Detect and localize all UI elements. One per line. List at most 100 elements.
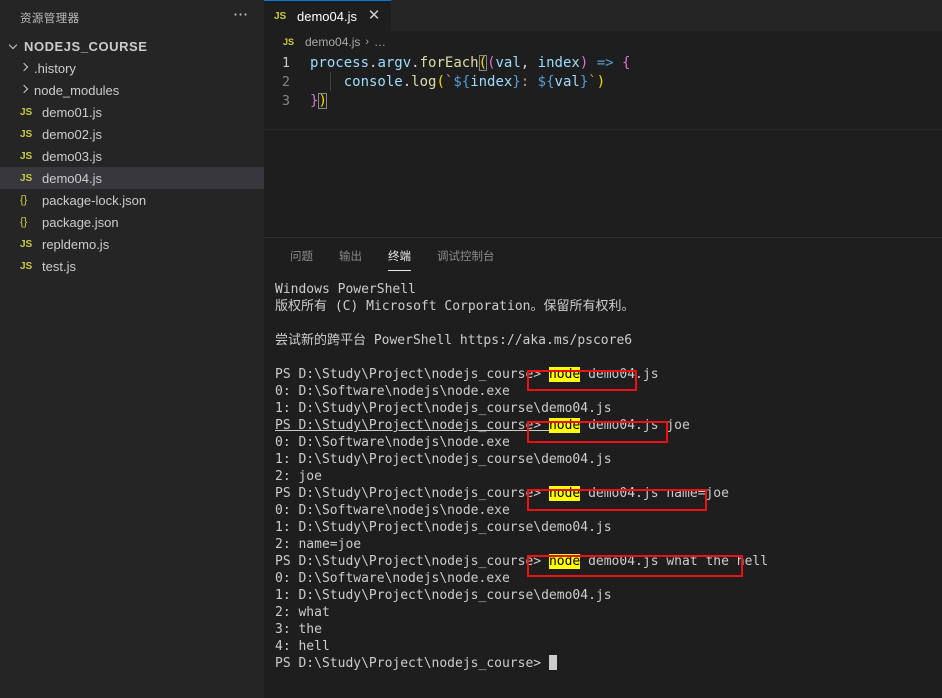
highlight-node-keyword: node bbox=[548, 367, 581, 382]
js-file-icon: JS bbox=[20, 238, 33, 250]
tab-output[interactable]: 输出 bbox=[329, 251, 372, 273]
code-line-3: 3 }) bbox=[264, 91, 942, 110]
js-file-icon: JS bbox=[20, 172, 33, 184]
line-number: 2 bbox=[281, 73, 290, 90]
terminal-line: Windows PowerShell bbox=[275, 282, 416, 297]
bottom-panel: 问题 输出 终端 调试控制台 Windows PowerShell 版权所有 (… bbox=[264, 237, 942, 698]
line-number: 1 bbox=[281, 54, 290, 71]
js-file-icon: JS bbox=[20, 106, 33, 118]
terminal-prompt[interactable]: PS D:\Study\Project\nodejs_course> bbox=[275, 418, 549, 433]
terminal-line: 1: D:\Study\Project\nodejs_course\demo04… bbox=[275, 401, 612, 416]
line-number: 3 bbox=[281, 92, 290, 109]
tree-item-demo02[interactable]: JS demo02.js bbox=[0, 123, 264, 145]
js-file-icon: JS bbox=[283, 37, 295, 47]
js-file-icon: JS bbox=[20, 128, 33, 140]
tab-terminal[interactable]: 终端 bbox=[378, 251, 421, 273]
terminal-output[interactable]: Windows PowerShell 版权所有 (C) Microsoft Co… bbox=[264, 273, 942, 698]
tree-item-label: demo04.js bbox=[42, 170, 102, 186]
tree-item-package-json[interactable]: {} package.json bbox=[0, 211, 264, 233]
highlight-node-keyword: node bbox=[548, 554, 581, 569]
code-line-2: 2 console.log(`${index}: ${val}`) bbox=[264, 72, 942, 91]
terminal-command-args: demo04.js bbox=[580, 367, 659, 382]
file-tree: NODEJS_COURSE .history node_modules JS d… bbox=[0, 35, 264, 277]
tree-item-node-modules[interactable]: node_modules bbox=[0, 79, 264, 101]
chevron-right-icon bbox=[16, 60, 32, 76]
tree-item-demo01[interactable]: JS demo01.js bbox=[0, 101, 264, 123]
terminal-line: 0: D:\Software\nodejs\node.exe bbox=[275, 503, 510, 518]
chevron-right-icon bbox=[16, 82, 32, 98]
terminal-prompt: PS D:\Study\Project\nodejs_course> bbox=[275, 486, 549, 501]
tree-item-demo03[interactable]: JS demo03.js bbox=[0, 145, 264, 167]
breadcrumb: JS demo04.js › … bbox=[264, 31, 942, 53]
terminal-line: 0: D:\Software\nodejs\node.exe bbox=[275, 384, 510, 399]
tree-item-package-lock-json[interactable]: {} package-lock.json bbox=[0, 189, 264, 211]
tree-root-nodejs-course[interactable]: NODEJS_COURSE bbox=[0, 35, 264, 57]
chevron-down-icon bbox=[6, 38, 22, 54]
js-file-icon: JS bbox=[274, 10, 287, 22]
terminal-line: 1: D:\Study\Project\nodejs_course\demo04… bbox=[275, 520, 612, 535]
terminal-command-line-2: PS D:\Study\Project\nodejs_course> node … bbox=[275, 417, 942, 434]
terminal-line: 2: joe bbox=[275, 469, 322, 484]
tree-item-repldemo[interactable]: JS repldemo.js bbox=[0, 233, 264, 255]
terminal-line: 版权所有 (C) Microsoft Corporation。保留所有权利。 bbox=[275, 299, 635, 314]
highlight-node-keyword: node bbox=[548, 418, 581, 433]
tree-item-test[interactable]: JS test.js bbox=[0, 255, 264, 277]
tree-item-label: demo03.js bbox=[42, 148, 102, 164]
terminal-line: 2: name=joe bbox=[275, 537, 362, 552]
terminal-active-prompt: PS D:\Study\Project\nodejs_course> bbox=[275, 655, 942, 672]
js-file-icon: JS bbox=[20, 260, 33, 272]
explorer-header: 资源管理器 ⋯ bbox=[0, 0, 264, 35]
tree-item-label: demo01.js bbox=[42, 104, 102, 120]
explorer-title: 资源管理器 bbox=[20, 12, 80, 25]
tree-item-label: package-lock.json bbox=[42, 192, 147, 208]
explorer-sidebar: 资源管理器 ⋯ NODEJS_COURSE .history node_modu… bbox=[0, 0, 264, 698]
tree-item-history[interactable]: .history bbox=[0, 57, 264, 79]
tab-demo04-js[interactable]: JS demo04.js ✕ bbox=[264, 0, 392, 31]
highlight-node-keyword: node bbox=[548, 486, 581, 501]
terminal-line: 0: D:\Software\nodejs\node.exe bbox=[275, 435, 510, 450]
terminal-command-line-4: PS D:\Study\Project\nodejs_course> node … bbox=[275, 553, 942, 570]
tree-item-label: demo02.js bbox=[42, 126, 102, 142]
terminal-command-line-3: PS D:\Study\Project\nodejs_course> node … bbox=[275, 485, 942, 502]
tree-item-label: node_modules bbox=[34, 82, 120, 98]
tab-debug-console[interactable]: 调试控制台 bbox=[427, 251, 505, 273]
editor-bottom-rule bbox=[264, 129, 942, 130]
terminal-command-args: demo04.js what the hell bbox=[580, 554, 769, 569]
tree-item-label: package.json bbox=[42, 214, 119, 230]
json-file-icon: {} bbox=[20, 194, 28, 206]
tab-problems[interactable]: 问题 bbox=[280, 251, 323, 273]
terminal-line: 尝试新的跨平台 PowerShell https://aka.ms/pscore… bbox=[275, 333, 633, 348]
tree-root-label: NODEJS_COURSE bbox=[24, 38, 148, 54]
code-text-line-3: }) bbox=[310, 92, 327, 109]
ellipsis-icon[interactable]: ⋯ bbox=[230, 7, 252, 28]
chevron-right-icon: › bbox=[365, 36, 370, 48]
code-text-line-2: console.log(`${index}: ${val}`) bbox=[343, 73, 606, 90]
code-line-1: 1 process.argv.forEach((val, index) => { bbox=[264, 53, 942, 72]
tree-item-demo04[interactable]: JS demo04.js bbox=[0, 167, 264, 189]
panel-tab-bar: 问题 输出 终端 调试控制台 bbox=[264, 238, 942, 273]
json-file-icon: {} bbox=[20, 216, 28, 228]
terminal-command-line-1: PS D:\Study\Project\nodejs_course> node … bbox=[275, 366, 942, 383]
terminal-command-args: demo04.js name=joe bbox=[580, 486, 729, 501]
terminal-line: 3: the bbox=[275, 622, 322, 637]
terminal-line: 0: D:\Software\nodejs\node.exe bbox=[275, 571, 510, 586]
code-editor[interactable]: 1 process.argv.forEach((val, index) => {… bbox=[264, 53, 942, 237]
terminal-line: 1: D:\Study\Project\nodejs_course\demo04… bbox=[275, 588, 612, 603]
tree-item-label: .history bbox=[34, 60, 76, 76]
vscode-window: 资源管理器 ⋯ NODEJS_COURSE .history node_modu… bbox=[0, 0, 942, 698]
terminal-prompt: PS D:\Study\Project\nodejs_course> bbox=[275, 554, 549, 569]
tree-item-label: repldemo.js bbox=[42, 236, 110, 252]
terminal-cursor bbox=[548, 655, 557, 670]
terminal-line: 2: what bbox=[275, 605, 330, 620]
editor-area: JS demo04.js ✕ JS demo04.js › … 1 proces… bbox=[264, 0, 942, 698]
terminal-line: 1: D:\Study\Project\nodejs_course\demo04… bbox=[275, 452, 612, 467]
breadcrumb-overflow[interactable]: … bbox=[374, 35, 387, 49]
breadcrumb-file[interactable]: demo04.js bbox=[305, 35, 360, 49]
close-icon[interactable]: ✕ bbox=[367, 8, 381, 23]
editor-tab-bar: JS demo04.js ✕ bbox=[264, 0, 942, 31]
tab-label: demo04.js bbox=[297, 8, 357, 24]
js-file-icon: JS bbox=[20, 150, 33, 162]
terminal-prompt: PS D:\Study\Project\nodejs_course> bbox=[275, 656, 549, 671]
